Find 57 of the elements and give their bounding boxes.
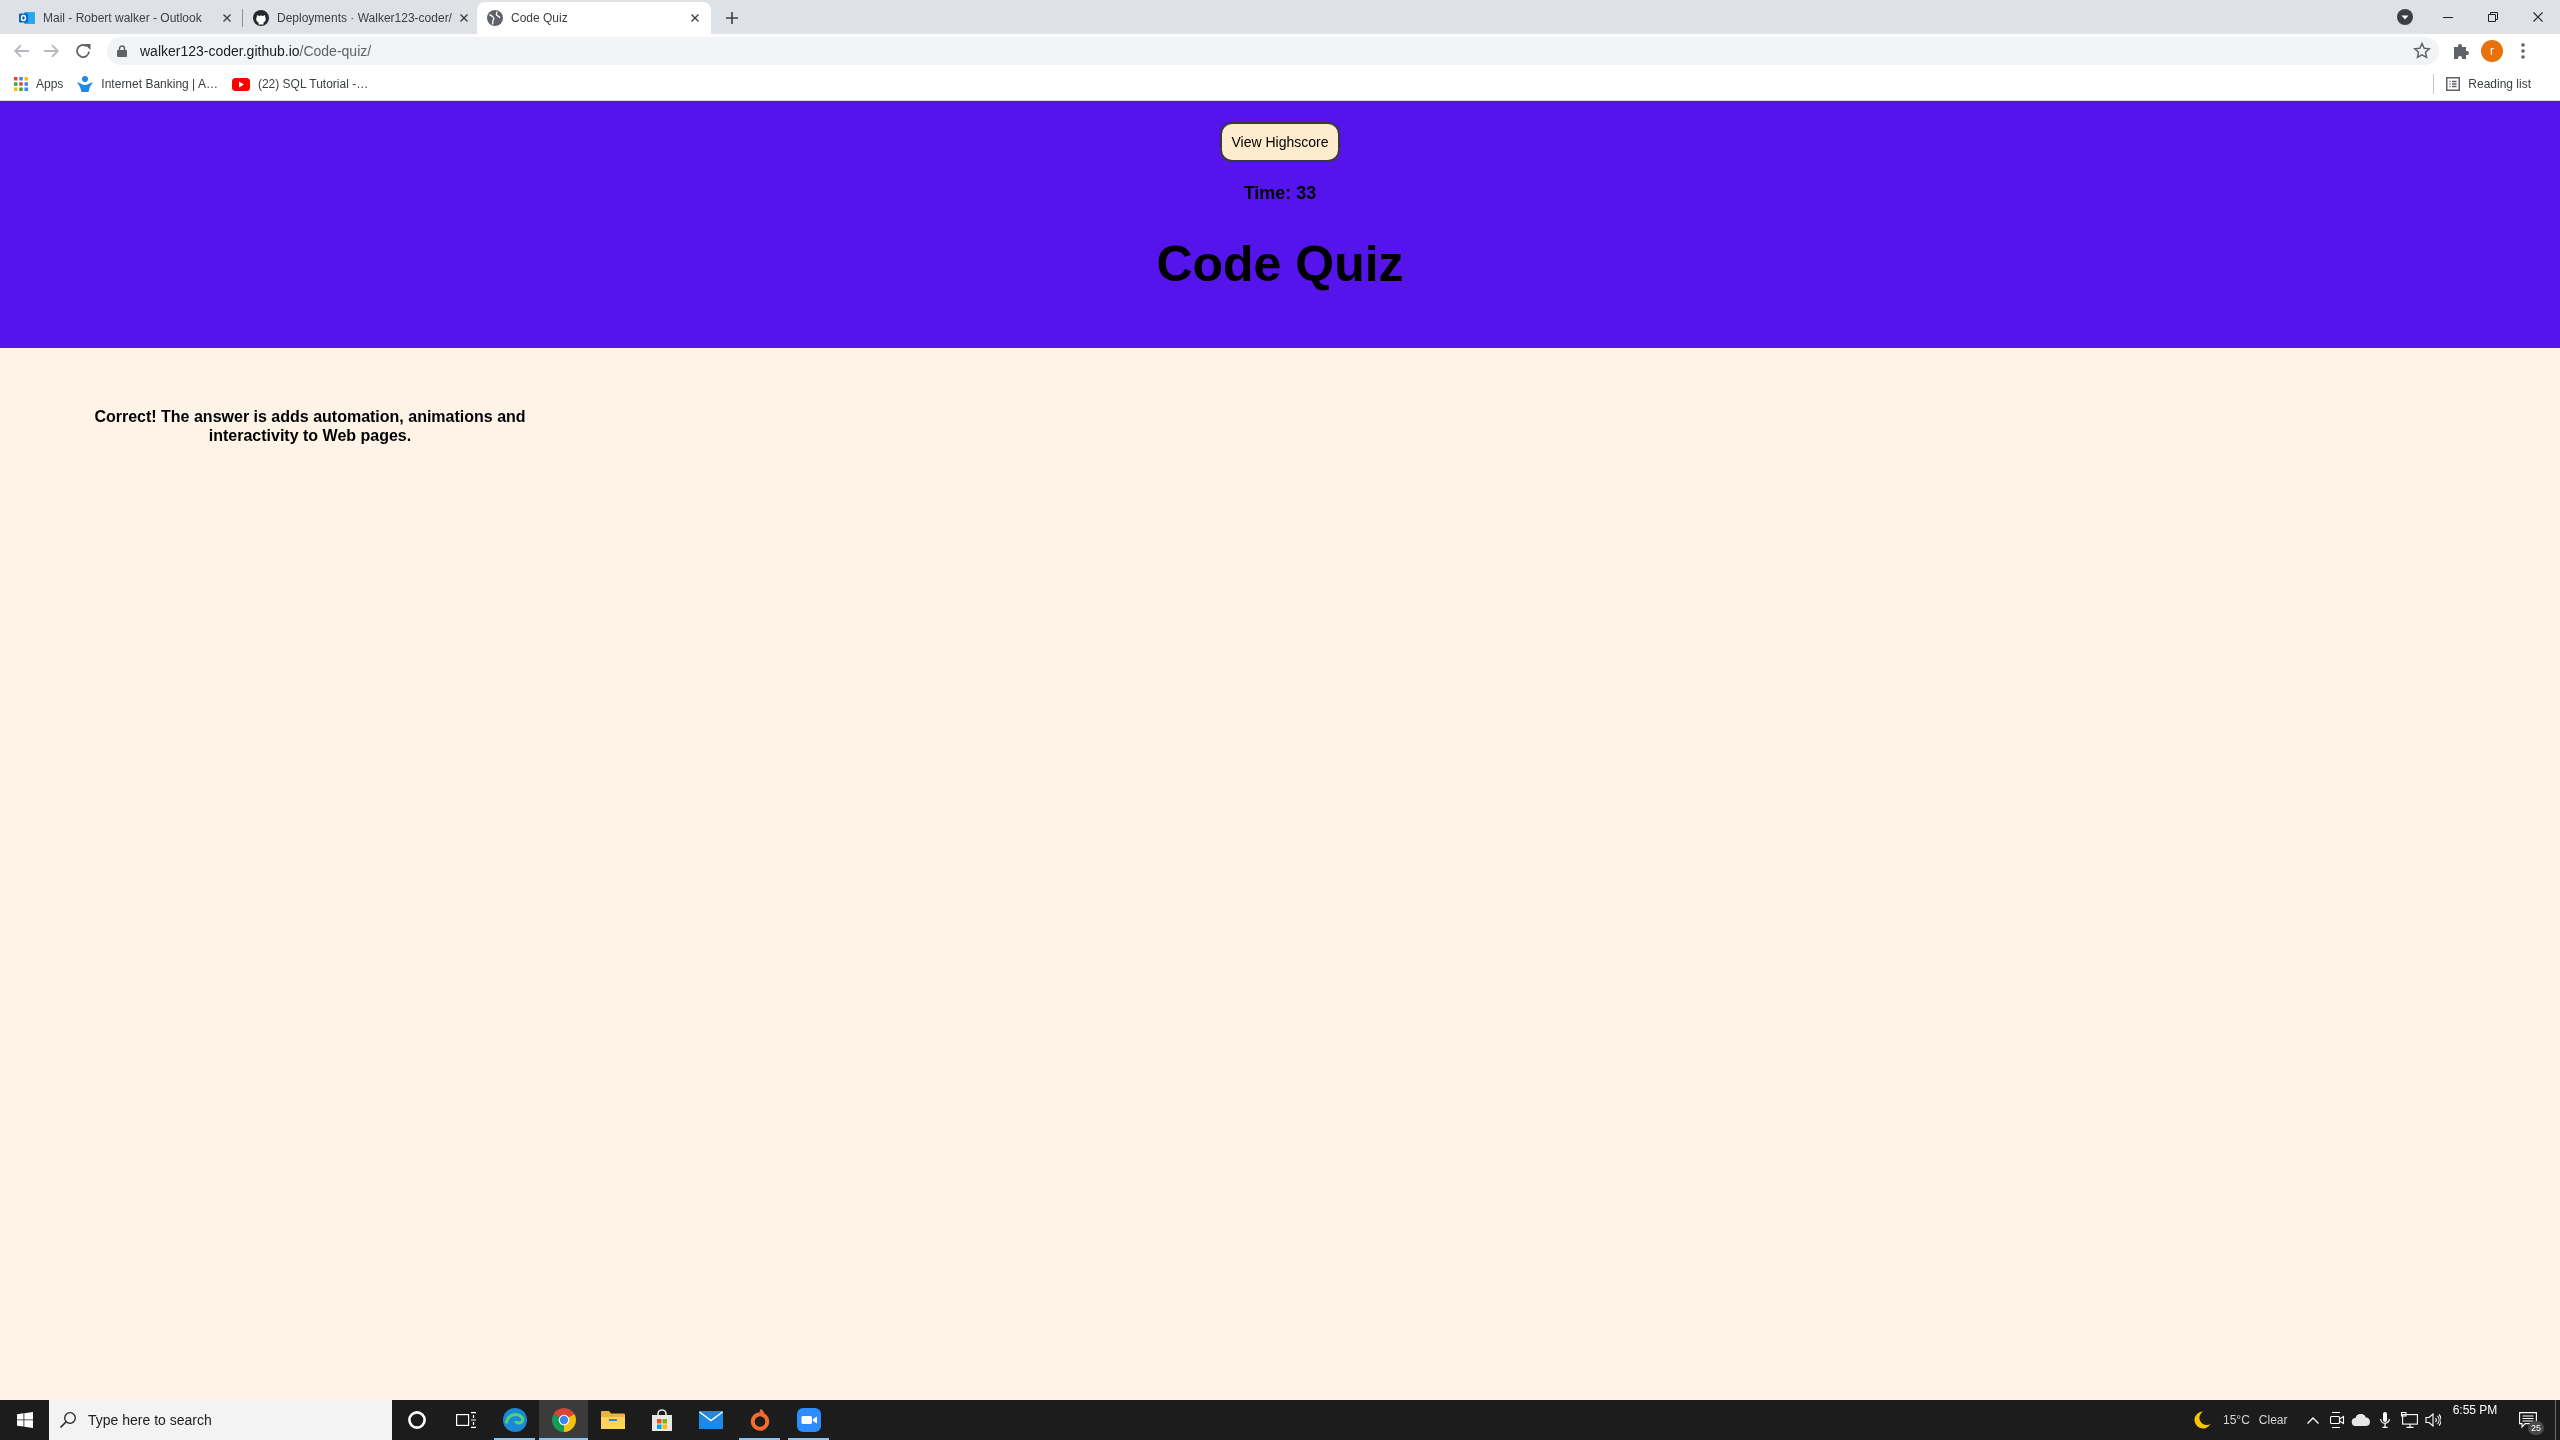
bookmark-item[interactable]: (22) SQL Tutorial -… xyxy=(225,70,375,98)
shopping-bag-icon xyxy=(650,1409,673,1431)
figure-logo-icon xyxy=(77,76,94,92)
tricolor-circle-logo-icon xyxy=(551,1408,576,1432)
close-icon[interactable] xyxy=(223,14,231,22)
moon-icon[interactable] xyxy=(2193,1411,2211,1429)
panes-logo-icon[interactable] xyxy=(16,1412,33,1428)
mail-logo-icon xyxy=(19,10,35,26)
address-field[interactable]: walker123-coder.github.io/Code-quiz/ xyxy=(107,37,2439,65)
plus-icon[interactable] xyxy=(726,12,738,24)
bookmark-item[interactable]: Internet Banking | A… xyxy=(71,70,224,98)
close-icon[interactable] xyxy=(691,14,699,22)
swirl-logo-icon xyxy=(502,1408,527,1432)
list-icon xyxy=(2446,77,2461,91)
browser-tab[interactable]: Deployments · Walker123-coder/ xyxy=(243,2,477,34)
clock-text[interactable]: 6:55 PM xyxy=(2452,1403,2498,1418)
close-icon[interactable] xyxy=(2532,12,2543,22)
page-title: Code Quiz xyxy=(1156,235,1404,294)
bookmark-item[interactable]: Apps xyxy=(8,70,70,98)
window-stack-icon[interactable] xyxy=(455,1412,476,1428)
view-highscore-button[interactable]: View Highscore xyxy=(1220,122,1340,162)
dropdown-icon[interactable] xyxy=(2397,9,2413,25)
restore-icon[interactable] xyxy=(2487,12,2498,22)
video-camera-logo-icon xyxy=(796,1408,821,1432)
reload-icon[interactable] xyxy=(75,43,91,59)
timer-text: Time: 33 xyxy=(1243,182,1317,204)
cloud-icon[interactable] xyxy=(2351,1414,2371,1426)
weather-condition-text[interactable]: Clear xyxy=(2258,1411,2288,1429)
circle-icon[interactable] xyxy=(407,1411,426,1429)
ring-logo-icon xyxy=(748,1409,771,1431)
camera-icon[interactable] xyxy=(2329,1412,2345,1428)
speaker-icon[interactable] xyxy=(2425,1413,2441,1427)
lock-icon xyxy=(117,45,127,57)
close-icon[interactable] xyxy=(459,14,468,22)
feedback-message: Correct! The answer is adds automation, animations and interactivity to Web pages. xyxy=(93,407,527,445)
menu-icon[interactable] xyxy=(2521,43,2525,59)
temperature-text[interactable]: 15°C xyxy=(2223,1411,2250,1429)
taskbar-app-button[interactable] xyxy=(539,1400,588,1440)
chevron-up-icon[interactable] xyxy=(2307,1416,2319,1424)
grid-icon xyxy=(14,77,28,91)
envelope-icon xyxy=(698,1411,723,1429)
network-icon[interactable] xyxy=(2400,1412,2418,1428)
browser-tab[interactable]: Mail - Robert walker - Outlook xyxy=(9,2,243,34)
folder-icon xyxy=(600,1410,625,1430)
globe-icon xyxy=(487,10,503,26)
minimize-icon[interactable] xyxy=(2442,16,2453,18)
cat-logo-icon xyxy=(253,10,269,26)
notification-count: 25 xyxy=(2528,1421,2544,1435)
reading-list-button[interactable]: Reading list xyxy=(2440,70,2537,98)
play-logo-icon xyxy=(231,77,250,91)
puzzle-piece-icon[interactable] xyxy=(2453,43,2469,59)
microphone-icon[interactable] xyxy=(2380,1412,2390,1428)
star-icon[interactable] xyxy=(2413,42,2431,60)
browser-tab[interactable]: Code Quiz xyxy=(477,2,711,34)
search-icon xyxy=(60,1412,76,1428)
url-text[interactable]: walker123-coder.github.io/Code-quiz/ xyxy=(140,40,372,62)
taskbar-search-field[interactable]: Type here to search xyxy=(49,1400,392,1440)
